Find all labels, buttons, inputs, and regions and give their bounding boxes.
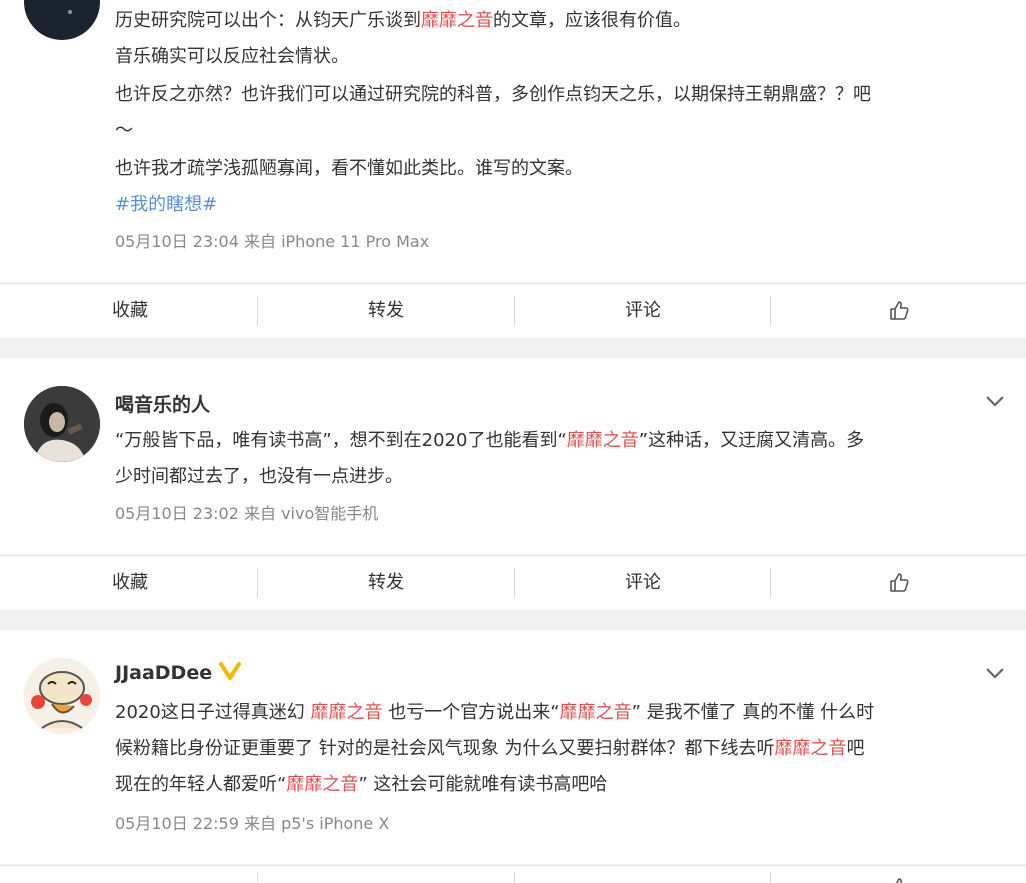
divider xyxy=(770,872,771,883)
highlight-keyword[interactable]: 靡靡之音 xyxy=(774,738,846,759)
chevron-down-icon[interactable] xyxy=(984,666,1006,680)
action-bar: 收藏 转发 评论 xyxy=(0,555,1026,610)
comment-button[interactable]: 评论 xyxy=(515,556,771,610)
divider xyxy=(514,872,515,883)
user-name[interactable]: JJaaDDee xyxy=(115,662,212,684)
divider xyxy=(770,296,771,326)
action-bar: 收藏 转发 评论 xyxy=(0,283,1026,338)
highlight-keyword[interactable]: 靡靡之音 xyxy=(311,702,383,723)
like-thumb-icon[interactable] xyxy=(888,299,910,321)
post-meta: 05月10日 23:04 来自 iPhone 11 Pro Max xyxy=(115,232,430,251)
forward-button[interactable]: 转发 xyxy=(258,284,514,338)
post-text-line: ～ xyxy=(115,120,133,141)
collect-button[interactable]: 收藏 xyxy=(2,556,258,610)
post-text-line: 音乐确实可以反应社会情状。 xyxy=(115,46,349,67)
highlight-keyword[interactable]: 靡靡之音 xyxy=(567,430,639,451)
post-text-line: 也许反之亦然？也许我们可以通过研究院的科普，多创作点钧天之乐，以期保持王朝鼎盛？… xyxy=(115,84,871,105)
post-card-2: 喝音乐的人 “万般皆下品，唯有读书高”，想不到在2020了也能看到“靡靡之音”这… xyxy=(0,358,1026,554)
post-text-line: “万般皆下品，唯有读书高”，想不到在2020了也能看到“靡靡之音”这种话，又迂腐… xyxy=(115,430,865,451)
post-meta: 05月10日 22:59 来自 p5's iPhone X xyxy=(115,814,390,833)
user-name[interactable]: 喝音乐的人 xyxy=(115,390,210,417)
verified-badge-icon xyxy=(219,662,241,680)
post-card-3: JJaaDDee 2020这日子过得真迷幻 靡靡之音 也亏一个官方说出来“靡靡之… xyxy=(0,630,1026,864)
post-text-line: 2020这日子过得真迷幻 靡靡之音 也亏一个官方说出来“靡靡之音” 是我不懂了 … xyxy=(115,702,875,723)
post-text-line: 少时间都过去了，也没有一点进步。 xyxy=(115,466,403,487)
highlight-keyword[interactable]: 靡靡之音 xyxy=(560,702,632,723)
avatar[interactable] xyxy=(24,386,100,462)
avatar-image xyxy=(68,10,72,14)
divider xyxy=(257,872,258,883)
post-text-line: 候粉籍比身份证更重要了 针对的是社会风气现象 为什么又要扫射群体？都下线去听靡靡… xyxy=(115,738,865,759)
avatar[interactable] xyxy=(24,0,100,40)
collect-button[interactable]: 收藏 xyxy=(2,284,258,338)
chevron-down-icon[interactable] xyxy=(984,394,1006,408)
like-thumb-icon[interactable] xyxy=(888,571,910,593)
avatar-image xyxy=(24,658,100,734)
topic-tag-link[interactable]: #我的瞎想# xyxy=(115,190,217,216)
post-card-1: 历史研究院可以出个：从钧天广乐谈到靡靡之音的文章，应该很有价值。 音乐确实可以反… xyxy=(0,0,1026,282)
action-bar xyxy=(0,865,1026,883)
avatar[interactable] xyxy=(24,658,100,734)
highlight-keyword[interactable]: 靡靡之音 xyxy=(286,774,358,795)
divider xyxy=(770,568,771,598)
post-text-line: 历史研究院可以出个：从钧天广乐谈到靡靡之音的文章，应该很有价值。 xyxy=(115,10,691,31)
post-text-line: 现在的年轻人都爱听“靡靡之音” 这社会可能就唯有读书高吧哈 xyxy=(115,774,608,795)
post-text-line: 也许我才疏学浅孤陋寡闻，看不懂如此类比。谁写的文案。 xyxy=(115,158,583,179)
post-meta: 05月10日 23:02 来自 vivo智能手机 xyxy=(115,504,379,523)
comment-button[interactable]: 评论 xyxy=(515,284,771,338)
avatar-image xyxy=(24,386,100,462)
forward-button[interactable]: 转发 xyxy=(258,556,514,610)
highlight-keyword[interactable]: 靡靡之音 xyxy=(421,10,493,31)
